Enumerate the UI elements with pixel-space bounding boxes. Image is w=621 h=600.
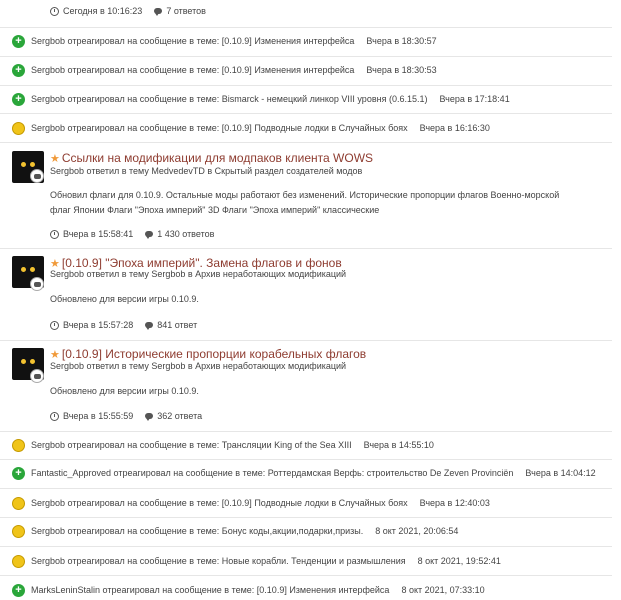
plus-reaction-icon: + [12,583,25,597]
activity-time: Вчера в 14:55:10 [363,440,434,450]
activity-time: Вчера в 12:40:03 [419,498,490,508]
post-replies[interactable]: 7 ответов [166,6,206,16]
comment-icon [154,8,163,16]
plus-reaction-icon: + [12,34,25,48]
activity-time: Вчера в 14:04:12 [525,468,596,478]
clock-icon [50,411,59,421]
activity-item[interactable]: Sergbob отреагировал на сообщение в теме… [12,496,612,510]
activity-item[interactable]: Sergbob отреагировал на сообщение в теме… [12,524,612,538]
activity-time: Вчера в 17:18:41 [439,94,510,104]
smile-reaction-icon [12,524,25,538]
activity-time: 8 окт 2021, 07:33:10 [401,585,485,595]
comment-icon [145,413,154,421]
reply-badge-icon [30,277,44,291]
plus-reaction-icon: + [12,92,25,106]
smile-reaction-icon [12,438,25,452]
post-meta: Вчера в 15:58:41 1 430 ответов [50,229,214,239]
smile-reaction-icon [12,121,25,135]
activity-item[interactable]: + Sergbob отреагировал на сообщение в те… [12,92,612,106]
clock-icon [50,229,59,239]
reply-badge-icon [30,369,44,383]
comment-icon [145,231,154,239]
activity-text[interactable]: Sergbob отреагировал на сообщение в теме… [31,556,406,566]
post-time[interactable]: Вчера в 15:58:41 [63,229,133,239]
post-time[interactable]: Сегодня в 10:16:23 [63,6,142,16]
activity-text[interactable]: Sergbob отреагировал на сообщение в теме… [31,498,408,508]
star-icon: ★ [50,153,60,165]
post-time[interactable]: Вчера в 15:55:59 [63,411,133,421]
activity-text[interactable]: Sergbob отреагировал на сообщение в теме… [31,65,354,75]
activity-item[interactable]: + MarksLeninStalin отреагировал на сообщ… [12,583,612,597]
post-subtitle[interactable]: Sergbob ответил в тему MedvedevTD в Скры… [50,166,362,176]
activity-time: Вчера в 18:30:57 [366,36,437,46]
comment-icon [145,322,154,330]
activity-text[interactable]: Fantastic_Approved отреагировал на сообщ… [31,468,513,478]
activity-text[interactable]: Sergbob отреагировал на сообщение в теме… [31,36,354,46]
post-meta: Вчера в 15:57:28 841 ответ [50,320,197,330]
star-icon: ★ [50,349,60,361]
smile-reaction-icon [12,496,25,510]
post-replies[interactable]: 841 ответ [157,320,197,330]
activity-time: Вчера в 18:30:53 [366,65,437,75]
activity-time: 8 окт 2021, 20:06:54 [375,526,459,536]
post-title[interactable]: ★ Ссылки на модификации для модпаков клие… [50,151,373,165]
activity-text[interactable]: MarksLeninStalin отреагировал на сообщен… [31,585,389,595]
clock-icon [50,6,59,16]
post-title[interactable]: ★ [0.10.9] "Эпоха империй". Замена флагов… [50,256,342,270]
activity-time: Вчера в 16:16:30 [419,123,490,133]
activity-text[interactable]: Sergbob отреагировал на сообщение в теме… [31,440,352,450]
activity-item[interactable]: + Fantastic_Approved отреагировал на соо… [12,466,612,480]
plus-reaction-icon: + [12,63,25,77]
activity-item[interactable]: Sergbob отреагировал на сообщение в теме… [12,121,612,135]
activity-text[interactable]: Sergbob отреагировал на сообщение в теме… [31,94,427,104]
top-post-meta: Сегодня в 10:16:23 7 ответов [50,6,206,16]
smile-reaction-icon [12,554,25,568]
activity-time: 8 окт 2021, 19:52:41 [417,556,501,566]
post-snippet[interactable]: Обновлено для версии игры 0.10.9. [50,292,570,307]
post-replies[interactable]: 1 430 ответов [157,229,214,239]
clock-icon [50,320,59,330]
post-snippet[interactable]: Обновлено для версии игры 0.10.9. [50,384,570,399]
post-subtitle[interactable]: Sergbob ответил в тему Sergbob в Архив н… [50,269,346,279]
post-time[interactable]: Вчера в 15:57:28 [63,320,133,330]
post-title[interactable]: ★ [0.10.9] Исторические пропорции корабел… [50,347,366,361]
post-replies[interactable]: 362 ответа [157,411,202,421]
activity-text[interactable]: Sergbob отреагировал на сообщение в теме… [31,526,363,536]
post-snippet[interactable]: Обновил флаги для 0.10.9. Остальные моды… [50,188,570,218]
post-meta: Вчера в 15:55:59 362 ответа [50,411,202,421]
activity-text[interactable]: Sergbob отреагировал на сообщение в теме… [31,123,408,133]
plus-reaction-icon: + [12,466,25,480]
activity-item[interactable]: Sergbob отреагировал на сообщение в теме… [12,438,612,452]
post-subtitle[interactable]: Sergbob ответил в тему Sergbob в Архив н… [50,361,346,371]
activity-item[interactable]: + Sergbob отреагировал на сообщение в те… [12,63,612,77]
activity-item[interactable]: + Sergbob отреагировал на сообщение в те… [12,34,612,48]
reply-badge-icon [30,169,44,183]
activity-item[interactable]: Sergbob отреагировал на сообщение в теме… [12,554,612,568]
